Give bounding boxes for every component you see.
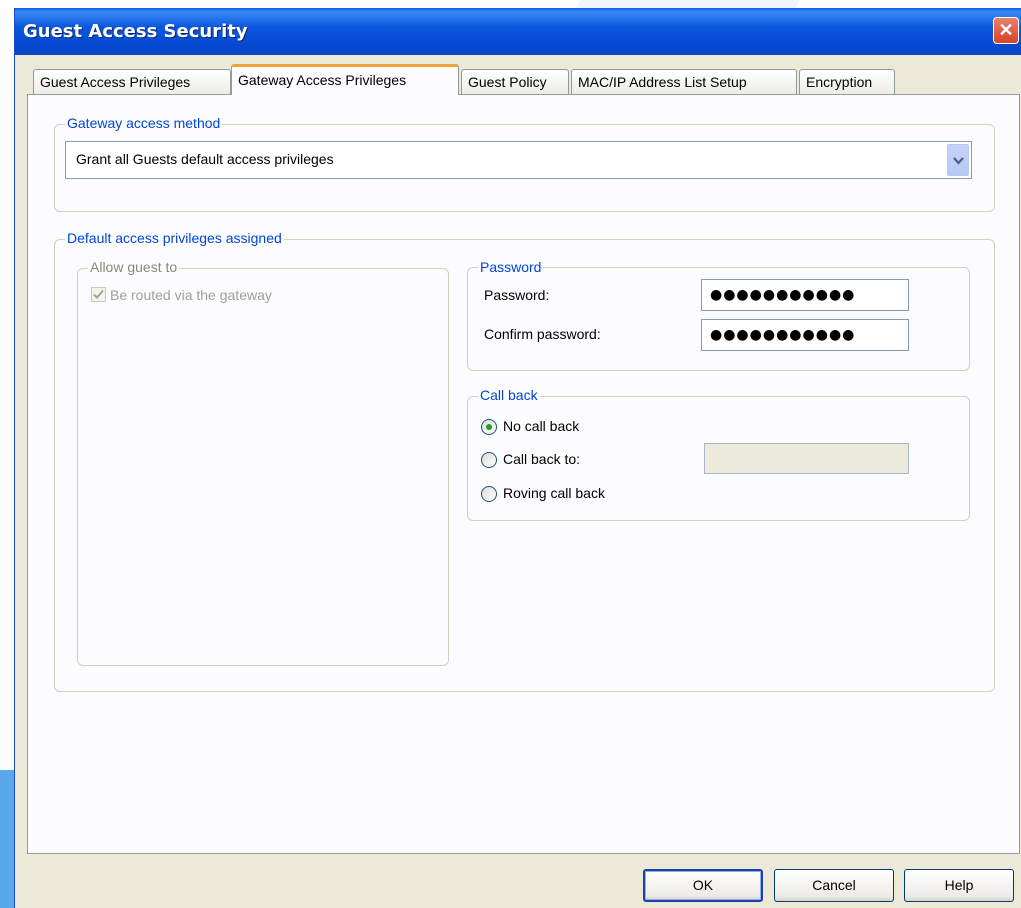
call-back-to-label: Call back to: [503,451,581,467]
no-call-back-label: No call back [503,418,580,434]
password-group-label: Password [478,258,544,276]
title-bar[interactable]: Guest Access Security ✕ [15,8,1021,55]
call-back-to-radio[interactable] [481,452,497,468]
confirm-password-label: Confirm password: [484,326,601,342]
gateway-access-method-select[interactable]: Grant all Guests default access privileg… [65,141,972,179]
tab-gateway-access-privileges[interactable]: Gateway Access Privileges [231,64,459,95]
tab-label: Guest Access Privileges [40,74,191,90]
gateway-access-method-label: Gateway access method [65,114,223,132]
checkmark-icon [93,289,104,299]
password-label: Password: [484,287,550,303]
close-icon: ✕ [998,20,1014,40]
confirm-password-input[interactable]: ●●●●●●●●●●● [701,319,909,351]
tab-mac-ip-address-list-setup[interactable]: MAC/IP Address List Setup [571,69,797,95]
call-back-number-input[interactable] [704,443,909,474]
allow-guest-to-group [77,268,449,666]
tab-label: Guest Policy [468,74,547,90]
tab-label: Gateway Access Privileges [238,72,407,88]
tab-label: MAC/IP Address List Setup [578,74,747,90]
default-access-privileges-label: Default access privileges assigned [65,229,284,247]
chevron-down-icon [953,157,964,165]
route-via-gateway-label: Be routed via the gateway [110,287,272,303]
help-button[interactable]: Help [904,869,1014,902]
dropdown-button[interactable] [947,144,969,176]
allow-guest-to-label: Allow guest to [88,258,180,276]
tab-guest-policy[interactable]: Guest Policy [461,69,569,95]
cancel-button[interactable]: Cancel [774,869,894,902]
password-input[interactable]: ●●●●●●●●●●● [701,279,909,311]
roving-call-back-label: Roving call back [503,485,605,501]
tab-guest-access-privileges[interactable]: Guest Access Privileges [33,69,231,95]
route-via-gateway-checkbox[interactable] [91,287,106,302]
window-title: Guest Access Security [23,21,248,42]
tab-label: Encryption [806,74,873,90]
tab-encryption[interactable]: Encryption [799,69,895,95]
call-back-group-label: Call back [478,386,540,404]
select-value: Grant all Guests default access privileg… [76,151,334,167]
roving-call-back-radio[interactable] [481,486,497,502]
ok-button[interactable]: OK [643,869,763,902]
no-call-back-radio[interactable] [481,419,497,435]
close-button[interactable]: ✕ [993,17,1019,44]
